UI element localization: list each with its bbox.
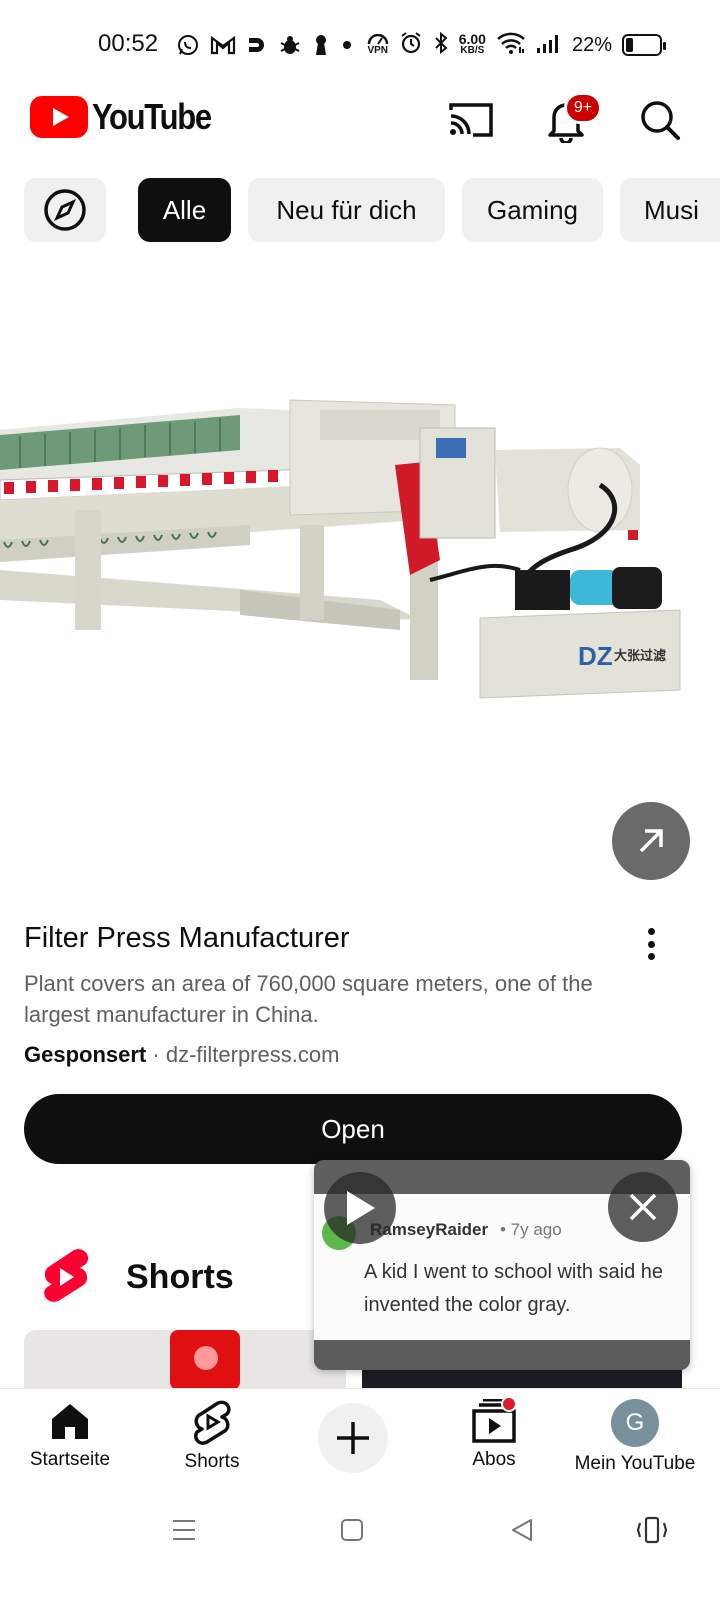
mini-player-play-button[interactable] <box>324 1172 396 1244</box>
status-time: 00:52 <box>98 30 159 57</box>
bug-icon <box>278 33 302 57</box>
category-chips: Alle Neu für dich Gaming Musi <box>0 178 720 244</box>
nav-label: Abos <box>472 1449 516 1470</box>
system-navigation-bar <box>0 1488 720 1600</box>
compass-icon <box>44 189 86 231</box>
meta-separator: · <box>146 1042 166 1067</box>
status-bar: 00:52 VPN 6.00 KB/S 22% <box>0 0 720 88</box>
notification-badge: 9+ <box>564 92 602 124</box>
ad-image-brand-text: 大张过滤 <box>614 648 666 664</box>
signal-icon <box>536 32 562 59</box>
battery-fill <box>626 38 633 52</box>
ad-title[interactable]: Filter Press Manufacturer <box>24 922 350 955</box>
network-speed-value: 6.00 <box>458 31 486 47</box>
home-icon <box>52 1404 88 1439</box>
gmail-icon <box>210 34 236 56</box>
shorts-logo-icon <box>44 1249 89 1302</box>
status-notification-icons <box>176 30 354 60</box>
network-speed-unit: KB/S <box>460 45 485 56</box>
search-icon <box>641 101 680 140</box>
rotate-button[interactable] <box>632 1510 672 1550</box>
back-triangle-icon <box>512 1519 532 1541</box>
play-icon <box>347 1191 375 1225</box>
nav-mein-youtube[interactable]: G Mein YouTube <box>555 1399 715 1475</box>
nav-shorts[interactable]: Shorts <box>132 1399 292 1473</box>
plus-icon <box>337 1422 369 1454</box>
chip-musik[interactable]: Musi <box>620 178 720 242</box>
comment-text: A kid I went to school with said he inve… <box>364 1261 664 1316</box>
cast-button[interactable] <box>445 94 497 146</box>
square-icon <box>341 1519 363 1541</box>
sponsored-label: Gesponsert <box>24 1042 147 1067</box>
chip-alle[interactable]: Alle <box>138 178 231 242</box>
ad-description: Plant covers an area of 760,000 square m… <box>24 971 593 1027</box>
nav-label: Mein YouTube <box>574 1453 696 1474</box>
ad-domain: dz-filterpress.com <box>165 1042 340 1067</box>
recents-button[interactable] <box>164 1510 204 1550</box>
chip-neu-fuer-dich[interactable]: Neu für dich <box>248 178 445 242</box>
app-d-icon <box>246 34 268 56</box>
youtube-logo-text: YouTube <box>92 96 212 137</box>
user-avatar: G <box>611 1399 659 1447</box>
nav-label: Startseite <box>29 1449 111 1470</box>
open-button[interactable]: Open <box>24 1094 682 1164</box>
siren-light-image <box>170 1330 240 1390</box>
shorts-title: Shorts <box>126 1257 234 1296</box>
youtube-logo[interactable]: YouTube <box>30 96 230 138</box>
nav-abos[interactable]: Abos <box>414 1399 574 1471</box>
search-button[interactable] <box>634 94 686 146</box>
whatsapp-icon <box>176 33 200 57</box>
nav-label: Shorts <box>184 1451 240 1472</box>
youtube-logo-icon <box>30 96 88 138</box>
battery-icon <box>622 34 666 56</box>
dot-icon <box>340 38 354 52</box>
shorts-shelf-header: Shorts <box>40 1246 234 1308</box>
bluetooth-icon <box>433 31 449 60</box>
bottom-navigation: Startseite Shorts Abos G Mein YouTube <box>0 1388 720 1488</box>
vpn-icon: VPN <box>367 34 389 56</box>
chip-gaming[interactable]: Gaming <box>462 178 603 242</box>
create-button[interactable] <box>318 1403 388 1473</box>
open-link-button[interactable] <box>612 802 690 880</box>
ad-meta: Gesponsert · dz-filterpress.com <box>24 1042 339 1068</box>
ad-more-options-button[interactable] <box>636 924 666 964</box>
svg-text:DZ: DZ <box>578 641 613 671</box>
home-system-button[interactable] <box>332 1510 372 1550</box>
back-button[interactable] <box>502 1510 542 1550</box>
mini-player[interactable]: RamseyRaider • 7y ago A kid I went to sc… <box>314 1160 690 1370</box>
app-header: YouTube <box>0 88 720 152</box>
short-thumbnail[interactable] <box>24 1330 346 1390</box>
ad-image[interactable]: DZ 大张过滤 <box>0 270 720 890</box>
new-content-dot <box>501 1396 517 1412</box>
dot-icon <box>647 928 655 935</box>
mini-player-bottom-bar <box>314 1340 690 1370</box>
vpn-label: VPN <box>367 45 388 56</box>
shorts-icon <box>194 1400 231 1445</box>
filter-press-illustration: DZ 大张过滤 <box>0 399 681 699</box>
menu-lines-icon <box>173 1520 195 1540</box>
keyhole-icon <box>312 33 330 57</box>
cast-icon <box>449 103 493 137</box>
arrow-up-right-icon <box>639 829 663 853</box>
dot-icon <box>647 953 655 960</box>
mini-player-close-button[interactable] <box>608 1172 678 1242</box>
phone-rotate-icon <box>636 1516 668 1544</box>
network-speed: 6.00 KB/S <box>458 31 486 57</box>
close-icon <box>629 1193 657 1221</box>
comment-age: • 7y ago <box>500 1220 562 1239</box>
alarm-icon <box>399 31 423 60</box>
dot-icon <box>647 940 655 948</box>
explore-chip[interactable] <box>24 178 106 242</box>
nav-startseite[interactable]: Startseite <box>0 1399 150 1471</box>
status-system-icons: VPN 6.00 KB/S 22% <box>367 30 666 60</box>
battery-percent: 22% <box>571 33 612 56</box>
wifi-icon <box>496 31 526 60</box>
